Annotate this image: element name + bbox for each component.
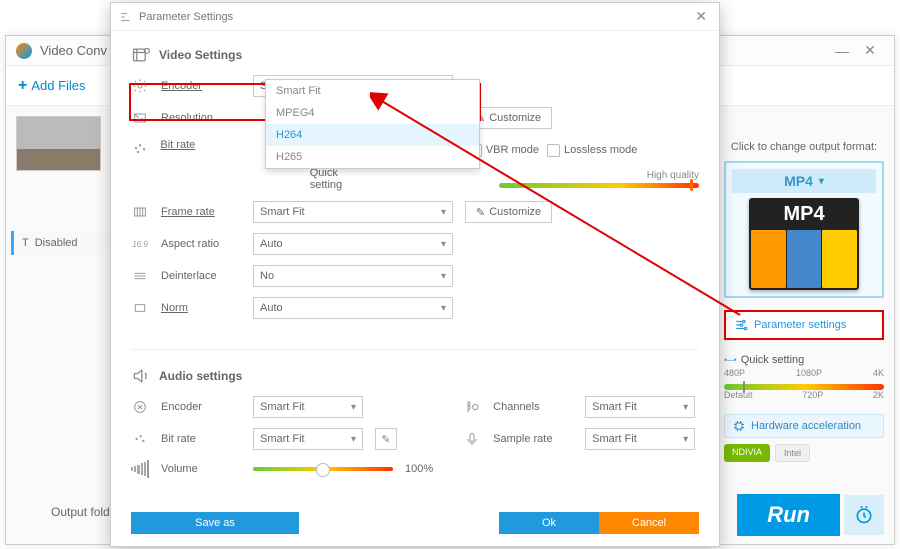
aspect-row: 16:9 Aspect ratio Auto — [131, 233, 699, 255]
clock-icon — [854, 505, 874, 525]
deinterlace-row: Deinterlace No — [131, 265, 699, 287]
dialog-title: Parameter Settings — [139, 11, 691, 23]
audio-bitrate-label: Bit rate — [161, 433, 241, 445]
chip-icon — [733, 420, 745, 432]
dialog-close-button[interactable]: ✕ — [691, 8, 711, 25]
audio-encoder-row: Encoder Smart Fit — [131, 396, 433, 418]
deinterlace-label: Deinterlace — [161, 270, 241, 282]
volume-value: 100% — [405, 463, 433, 475]
run-bar: Run — [737, 494, 884, 536]
intel-chip[interactable]: Intel — [775, 444, 810, 462]
aspect-label: Aspect ratio — [161, 238, 241, 250]
samplerate-row: Sample rate Smart Fit — [463, 428, 699, 450]
audio-bitrate-select[interactable]: Smart Fit — [253, 428, 363, 450]
text-icon: T — [22, 237, 29, 249]
disabled-tag[interactable]: T Disabled — [11, 231, 111, 255]
parameter-settings-button[interactable]: Parameter settings — [724, 310, 884, 340]
bitrate-label: Bit rate — [160, 139, 237, 151]
save-as-button[interactable]: Save as — [131, 512, 299, 534]
volume-icon — [131, 460, 149, 478]
speaker-gear-icon — [131, 366, 151, 386]
encoder-dropdown[interactable]: Smart Fit MPEG4 H264 H265 — [265, 79, 480, 169]
encoder-option-smartfit[interactable]: Smart Fit — [266, 80, 479, 102]
bitrate-quality-slider[interactable] — [499, 183, 699, 188]
norm-label: Norm — [161, 302, 241, 314]
right-panel: Click to change output format: MP4 MP4 P… — [724, 141, 884, 462]
framerate-icon — [131, 203, 149, 221]
schedule-button[interactable] — [844, 495, 884, 535]
audio-bitrate-edit-button[interactable]: ✎ — [375, 428, 397, 450]
quick-setting-slider[interactable] — [724, 384, 884, 390]
volume-slider[interactable] — [253, 467, 393, 471]
deinterlace-select[interactable]: No — [253, 265, 453, 287]
film-gear-icon — [131, 45, 151, 65]
resolution-label: Resolution — [161, 112, 241, 124]
output-format-card[interactable]: MP4 MP4 — [724, 161, 884, 298]
samplerate-select[interactable]: Smart Fit — [585, 428, 695, 450]
sliders-icon — [734, 318, 748, 332]
mp4-icon: MP4 — [749, 198, 859, 290]
dialog-footer: Save as Ok Cancel — [131, 512, 699, 534]
pencil-icon: ✎ — [476, 206, 485, 219]
hw-chips: NDIVIA Intel — [724, 444, 884, 462]
norm-select[interactable]: Auto — [253, 297, 453, 319]
volume-row: Volume 100% — [131, 460, 433, 478]
channels-select[interactable]: Smart Fit — [585, 396, 695, 418]
run-button[interactable]: Run — [737, 494, 840, 536]
add-files-button[interactable]: + Add Files — [18, 77, 86, 95]
dialog-titlebar: Parameter Settings ✕ — [111, 3, 719, 31]
framerate-label: Frame rate — [161, 206, 241, 218]
plus-icon: + — [18, 77, 27, 95]
encoder-label: Encoder — [161, 80, 241, 92]
hardware-accel-button[interactable]: Hardware acceleration — [724, 414, 884, 438]
audio-settings-heading: Audio settings — [131, 366, 699, 386]
param-settings-label: Parameter settings — [754, 319, 846, 331]
quick-setting-label: Quick setting — [724, 354, 884, 366]
add-files-label: Add Files — [31, 78, 85, 93]
output-format-select[interactable]: MP4 — [732, 169, 876, 193]
channels-icon — [463, 398, 481, 416]
minimize-button[interactable]: — — [828, 43, 856, 59]
encoder-option-h265[interactable]: H265 — [266, 146, 479, 168]
audio-bitrate-row: Bit rate Smart Fit ✎ — [131, 428, 433, 450]
settings-icon — [119, 10, 133, 24]
bitrate-icon — [131, 139, 148, 157]
samplerate-label: Sample rate — [493, 433, 573, 445]
framerate-customize-button[interactable]: ✎ Customize — [465, 201, 552, 223]
volume-label: Volume — [161, 463, 241, 475]
bitrate-quicksetting-label: Quick setting — [310, 167, 369, 191]
norm-icon — [131, 299, 149, 317]
audio-encoder-icon — [131, 398, 149, 416]
disabled-label: Disabled — [35, 237, 78, 249]
channels-label: Channels — [493, 401, 573, 413]
nvidia-chip[interactable]: NDIVIA — [724, 444, 770, 462]
samplerate-icon — [463, 430, 481, 448]
framerate-row: Frame rate Smart Fit ✎ Customize — [131, 201, 699, 223]
framerate-select[interactable]: Smart Fit — [253, 201, 453, 223]
output-format-caption: Click to change output format: — [724, 141, 884, 153]
audio-encoder-select[interactable]: Smart Fit — [253, 396, 363, 418]
ok-button[interactable]: Ok — [499, 512, 599, 534]
parameter-settings-dialog: Parameter Settings ✕ Video Settings Enco… — [110, 2, 720, 547]
aspect-icon: 16:9 — [131, 235, 149, 253]
app-logo-icon — [16, 43, 32, 59]
aspect-select[interactable]: Auto — [253, 233, 453, 255]
encoder-option-h264[interactable]: H264 — [266, 124, 479, 146]
video-settings-heading: Video Settings — [131, 45, 699, 65]
resolution-icon — [131, 109, 149, 127]
norm-row: Norm Auto — [131, 297, 699, 319]
audio-bitrate-icon — [131, 430, 149, 448]
audio-encoder-label: Encoder — [161, 401, 241, 413]
video-thumbnail[interactable] — [16, 116, 101, 171]
lossless-checkbox[interactable]: Lossless mode — [547, 144, 637, 157]
channels-row: Channels Smart Fit — [463, 396, 699, 418]
deinterlace-icon — [131, 267, 149, 285]
gear-icon — [131, 77, 149, 95]
close-main-button[interactable]: ✕ — [856, 42, 884, 59]
section-divider — [131, 349, 699, 350]
cancel-button[interactable]: Cancel — [599, 512, 699, 534]
encoder-option-mpeg4[interactable]: MPEG4 — [266, 102, 479, 124]
